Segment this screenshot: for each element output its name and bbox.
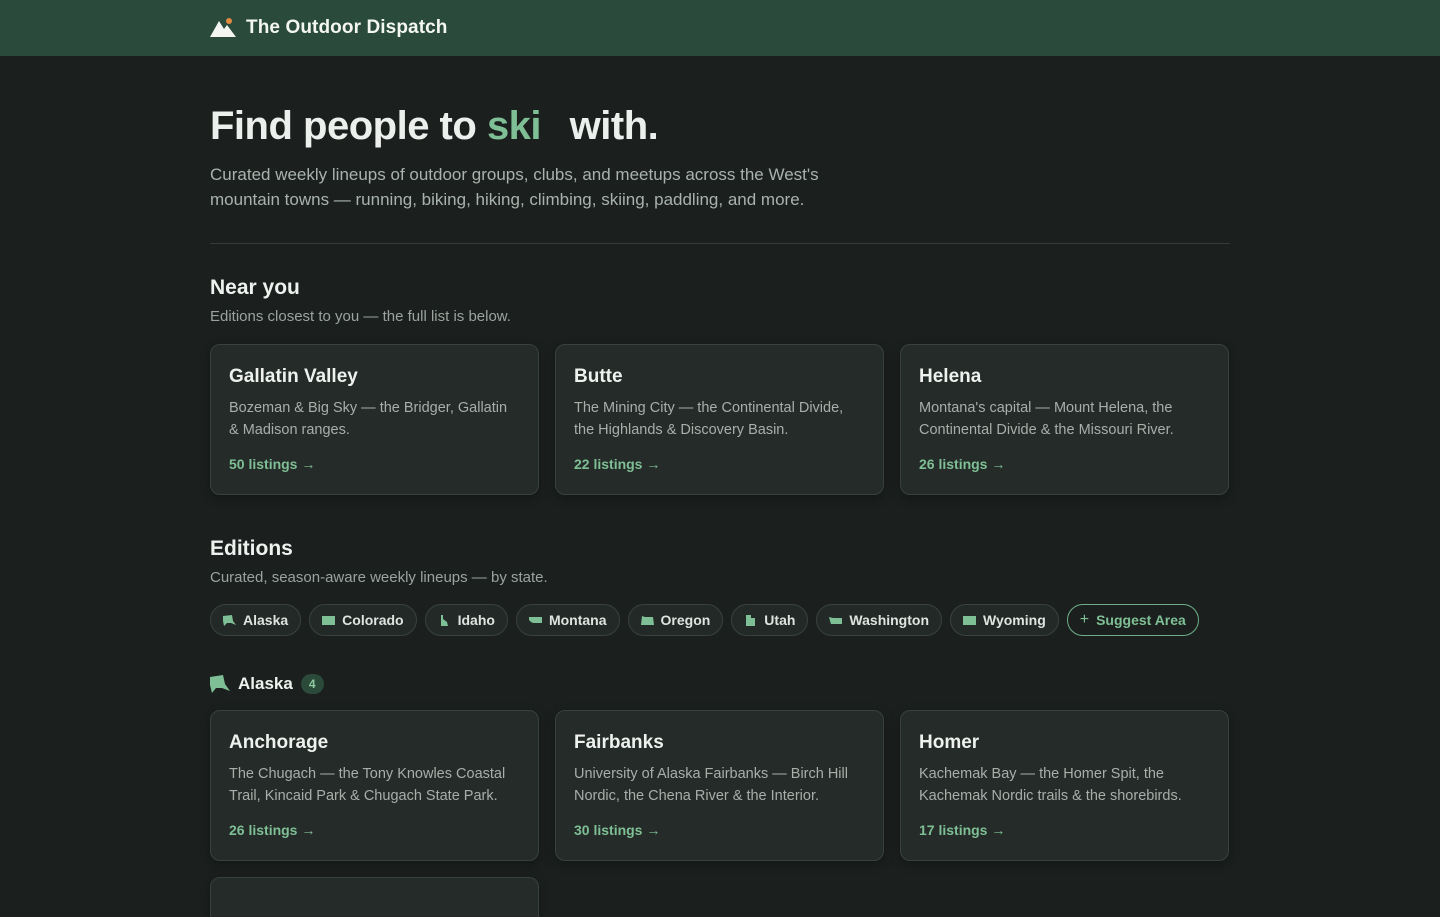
state-name: Alaska [238, 674, 293, 693]
hero-heading: Find people to ski with. [210, 104, 1230, 148]
listings-link[interactable]: 26 listings → [919, 456, 1005, 472]
near-you-cards: Gallatin Valley Bozeman & Big Sky — the … [210, 344, 1230, 495]
card-description: Kachemak Bay — the Homer Spit, the Kache… [919, 766, 1182, 804]
suggest-area-button[interactable]: + Suggest Area [1066, 604, 1199, 636]
hero-title-after: with. [569, 104, 659, 148]
chip-label: Washington [849, 612, 929, 628]
colorado-shape-icon [322, 615, 336, 625]
alaska-shape-icon [210, 675, 230, 693]
chip-montana[interactable]: Montana [515, 604, 620, 636]
listings-link[interactable]: 22 listings → [574, 456, 660, 472]
card-description: The Chugach — the Tony Knowles Coastal T… [229, 766, 506, 804]
chip-label: Montana [548, 612, 607, 628]
card-title: Anchorage [229, 732, 329, 753]
divider [210, 243, 1230, 244]
editions-subtitle: Curated, season-aware weekly lineups — b… [210, 569, 548, 586]
state-group-header: Alaska 4 [210, 674, 1230, 694]
top-bar: The Outdoor Dispatch [0, 0, 1440, 56]
chip-washington[interactable]: Washington [816, 604, 942, 636]
chip-label: Idaho [457, 612, 495, 628]
card-description: Bozeman & Big Sky — the Bridger, Gallati… [229, 400, 508, 438]
card-title: Fairbanks [574, 732, 664, 753]
chip-label: Oregon [660, 612, 711, 628]
chip-alaska[interactable]: Alaska [210, 604, 302, 636]
card-description: University of Alaska Fairbanks — Birch H… [574, 766, 848, 804]
plus-icon: + [1079, 611, 1090, 628]
mountain-icon [210, 18, 236, 37]
state-filter-chips: Alaska Colorado Idaho Montana Oregon Uta… [210, 604, 1230, 636]
chip-label: Wyoming [983, 612, 1046, 628]
montana-shape-icon [528, 616, 542, 623]
chip-colorado[interactable]: Colorado [309, 604, 417, 636]
card-title: Homer [919, 732, 980, 753]
listings-link[interactable]: 30 listings → [574, 822, 660, 838]
main-content: Find people to ski with. Curated weekly … [210, 104, 1230, 917]
card-description: Montana's capital — Mount Helena, the Co… [919, 400, 1174, 438]
listings-link[interactable]: 17 listings → [919, 822, 1005, 838]
oregon-shape-icon [640, 615, 654, 625]
site-title: The Outdoor Dispatch [246, 17, 448, 38]
hero-lead: Curated weekly lineups of outdoor groups… [210, 165, 819, 209]
card-title: Gallatin Valley [229, 366, 358, 387]
hero-title-accent: ski [486, 104, 542, 148]
edition-card[interactable]: Butte The Mining City — the Continental … [555, 344, 884, 495]
chip-label: Utah [764, 612, 796, 628]
edition-card[interactable]: Homer Kachemak Bay — the Homer Spit, the… [900, 710, 1229, 861]
hero-title-before: Find people to [210, 104, 477, 148]
near-you-title: Near you [210, 276, 300, 299]
chip-oregon[interactable]: Oregon [627, 604, 724, 636]
idaho-shape-icon [440, 614, 448, 626]
hero: Find people to ski with. Curated weekly … [210, 104, 1230, 212]
utah-shape-icon [746, 614, 756, 626]
alaska-cards: Anchorage The Chugach — the Tony Knowles… [210, 710, 1230, 861]
chip-utah[interactable]: Utah [731, 604, 809, 636]
card-title: Butte [574, 366, 623, 387]
edition-card[interactable]: Helena Montana's capital — Mount Helena,… [900, 344, 1229, 495]
count-badge: 4 [300, 674, 324, 694]
chip-label: Alaska [243, 612, 289, 628]
edition-card[interactable]: Fairbanks University of Alaska Fairbanks… [555, 710, 884, 861]
card-description: The Mining City — the Continental Divide… [574, 400, 844, 438]
listings-link[interactable]: 50 listings → [229, 456, 315, 472]
listings-link[interactable]: 26 listings → [229, 822, 315, 838]
near-you-subtitle: Editions closest to you — the full list … [210, 308, 511, 325]
edition-card[interactable]: Gallatin Valley Bozeman & Big Sky — the … [210, 344, 539, 495]
chip-idaho[interactable]: Idaho [424, 604, 508, 636]
chip-label: Colorado [342, 612, 404, 628]
suggest-area-label: Suggest Area [1096, 612, 1186, 628]
edition-card-partial[interactable] [210, 877, 539, 917]
editions-title: Editions [210, 537, 293, 560]
card-title: Helena [919, 366, 982, 387]
chip-wyoming[interactable]: Wyoming [950, 604, 1059, 636]
alaska-shape-icon [223, 614, 236, 626]
brand-link[interactable]: The Outdoor Dispatch [210, 17, 448, 39]
wyoming-shape-icon [963, 615, 976, 625]
washington-shape-icon [829, 616, 843, 624]
edition-card[interactable]: Anchorage The Chugach — the Tony Knowles… [210, 710, 539, 861]
